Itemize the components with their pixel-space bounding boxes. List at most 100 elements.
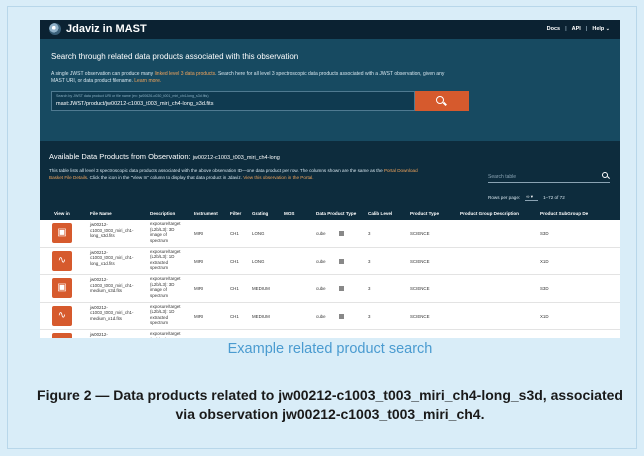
table-row: ∿ jw00212- c1003_t003_miri_ch1- long_x1d.fi…: [40, 247, 620, 275]
search-section: Search through related data products ass…: [40, 39, 620, 141]
observation-id: jw00212-c1003_t003_miri_ch4-long: [192, 155, 280, 161]
cube-view-icon: ▣: [57, 227, 67, 238]
column-header[interactable]: Grating: [252, 211, 268, 216]
product-search-input[interactable]: Search by JWST data product URI or file …: [51, 91, 415, 111]
view-in-jdaviz-button[interactable]: ∿: [52, 250, 72, 271]
nav-separator: |: [585, 26, 588, 32]
column-header[interactable]: File Name: [90, 211, 112, 216]
pagination: Rows per page: ∞ ▾ 1–72 of 72: [488, 194, 565, 201]
figure-caption: Figure 2 — Data products related to jw00…: [28, 386, 632, 423]
instrument-cell: MIRI: [194, 231, 204, 236]
nav-docs[interactable]: Docs: [547, 26, 560, 32]
view-in-jdaviz-button[interactable]: ▣: [52, 278, 72, 298]
search-button[interactable]: [415, 91, 469, 111]
results-title: Available Data Products from Observation…: [49, 152, 191, 161]
data-product-type-cell: cube: [316, 258, 326, 264]
view-in-jdaviz-button[interactable]: ∿: [52, 305, 72, 326]
file-name-line: long_s3d.fits: [90, 233, 115, 239]
instrument-cell: MIRI: [194, 313, 204, 319]
instrument-cell: MIRI: [194, 286, 204, 291]
view-in-jdaviz-button[interactable]: ▣: [52, 223, 72, 243]
column-header[interactable]: MOS: [284, 211, 294, 216]
data-product-type-cell: cube: [316, 313, 326, 319]
table-row: ∿ jw00212- c1003_t003_miri_ch1- medium_x1d.…: [40, 302, 620, 330]
product-subgroup-cell: S3D: [540, 286, 549, 291]
calib-level-cell: 3: [368, 286, 371, 291]
table-search-input[interactable]: Search table: [488, 171, 610, 183]
description-line: spectrum: [150, 265, 169, 271]
table-search-placeholder: Search table: [488, 174, 517, 180]
column-header[interactable]: Instrument: [194, 211, 218, 216]
file-name-line: medium_x1d.fits: [90, 315, 122, 321]
mos-indicator: [339, 258, 344, 264]
search-value: mast:JWST/product/jw00212-c1003_t003_mir…: [56, 101, 214, 107]
product-type-cell: SCIENCE: [410, 258, 430, 264]
pagination-range: 1–72 of 72: [543, 195, 565, 200]
grating-cell: LONG: [252, 231, 265, 236]
product-subgroup-cell: X1D: [540, 313, 549, 319]
column-header[interactable]: View in: [54, 211, 70, 216]
desc-text: This table lists all level 3 spectroscop…: [49, 168, 384, 173]
desc-text: A single JWST observation can produce ma…: [51, 71, 155, 77]
product-type-cell: SCIENCE: [410, 231, 430, 236]
figure-label: Figure 2 —: [37, 387, 114, 403]
column-header[interactable]: Data Product Type: [316, 211, 356, 216]
figure-end: .: [480, 405, 485, 422]
product-type-cell: SCIENCE: [410, 286, 430, 291]
image-caption: Example related product search: [227, 341, 433, 357]
header-nav: Docs | API | Help ⌄: [547, 26, 610, 32]
data-product-type-cell: cube: [316, 231, 326, 236]
chevron-down-icon: ⌄: [605, 26, 610, 32]
grating-cell: MEDIUM: [252, 313, 270, 319]
product-subgroup-cell: S3D: [540, 231, 549, 236]
portal-download-link[interactable]: Portal Download: [384, 168, 418, 173]
screenshot: Jdaviz in MAST Docs | API | Help ⌄ Searc…: [40, 20, 620, 338]
grating-cell: MEDIUM: [252, 286, 270, 291]
grating-cell: LONG: [252, 258, 265, 264]
product-subgroup-cell: X1D: [540, 258, 549, 264]
spectrum-view-icon: ∿: [57, 309, 67, 321]
calib-level-cell: 3: [368, 258, 371, 264]
top-header: Jdaviz in MAST Docs | API | Help ⌄: [40, 20, 620, 39]
column-header[interactable]: Product Group Description: [460, 211, 519, 216]
cube-view-icon: ▣: [52, 333, 72, 338]
nav-api[interactable]: API: [572, 26, 581, 32]
view-in-jdaviz-button[interactable]: ▣: [52, 333, 72, 338]
description-line: spectrum: [150, 292, 169, 298]
figure-observation: jw00212-c1003_t003_miri_ch4: [282, 405, 481, 422]
calib-level-cell: 3: [368, 231, 371, 236]
column-header[interactable]: Product Type: [410, 211, 439, 216]
figure-frame: Jdaviz in MAST Docs | API | Help ⌄ Searc…: [7, 6, 637, 449]
calib-level-cell: 3: [368, 313, 371, 319]
cube-view-icon: ▣: [57, 282, 67, 293]
results-description: This table lists all level 3 spectroscop…: [49, 168, 459, 181]
table-body: ▣ jw00212- c1003_t003_miri_ch1- long_s3d.fi…: [40, 220, 620, 338]
table-header: View in File Name Description Instrument Fil…: [40, 207, 620, 220]
desc-text: . Search here for all level 3 spectrosco…: [215, 71, 445, 77]
column-header[interactable]: Calib Level: [368, 211, 392, 216]
nav-help[interactable]: Help ⌄: [592, 26, 610, 32]
learn-more-link[interactable]: Learn more.: [134, 78, 161, 84]
figure-text: Data products related to: [113, 387, 279, 403]
app-title: Jdaviz in MAST: [66, 23, 147, 35]
data-product-type-cell: cube: [316, 286, 326, 291]
column-header[interactable]: Description: [150, 211, 175, 216]
results-section: Available Data Products from Observation…: [40, 141, 620, 338]
table-row: ▣jw00212-exposure/target(L2b/L3): 3D: [40, 330, 620, 338]
linked-products-link[interactable]: linked level 3 data products: [155, 71, 216, 77]
search-hint: Search by JWST data product URI or file …: [56, 94, 209, 98]
basket-file-details-link[interactable]: Basket File Details: [49, 175, 87, 180]
view-in-portal-link[interactable]: View this observation in the Portal.: [243, 175, 313, 180]
filter-cell: CH1: [230, 286, 239, 291]
column-header[interactable]: Filter: [230, 211, 241, 216]
products-table: View in File Name Description Instrument Fil…: [40, 207, 620, 338]
search-heading: Search through related data products ass…: [51, 52, 299, 61]
desc-text: . Click the icon in the "View In" column…: [87, 174, 244, 180]
rows-per-page-value: ∞: [526, 194, 530, 199]
nav-help-label: Help: [592, 26, 605, 32]
spectrum-view-icon: ∿: [57, 254, 67, 266]
column-header[interactable]: Product SubGroup De: [540, 211, 588, 216]
description-line: spectrum: [150, 320, 169, 326]
filter-cell: CH1: [230, 231, 239, 236]
rows-per-page-select[interactable]: ∞ ▾: [525, 194, 539, 201]
